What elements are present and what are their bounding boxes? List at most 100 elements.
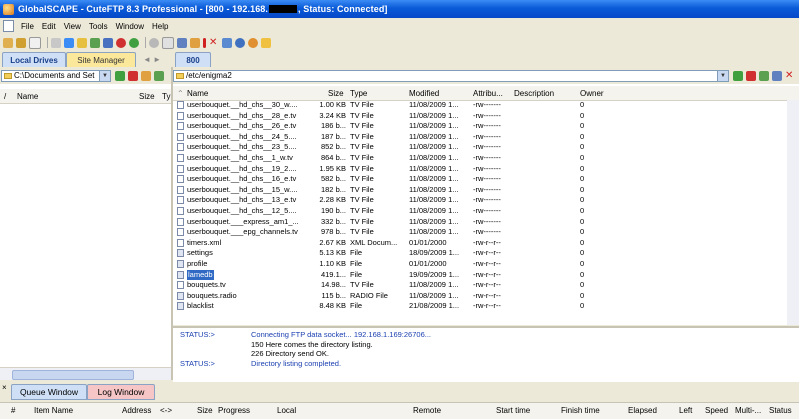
download-icon[interactable] xyxy=(90,37,100,48)
menu-view[interactable]: View xyxy=(60,22,85,31)
file-row[interactable]: bouquets.tv 14.98... TV File 11/08/2009 1..… xyxy=(173,280,785,291)
file-row[interactable]: userbouquet.__hd_chs__12_5.... 190 b... TV… xyxy=(173,206,785,217)
close-icon[interactable]: ✕ xyxy=(785,70,795,81)
local-horizontal-scrollbar[interactable] xyxy=(0,367,171,380)
file-size: 1.00 KB xyxy=(319,100,346,109)
file-row[interactable]: userbouquet.__hd_chs__24_5.... 187 b... TV… xyxy=(173,132,785,143)
tab-site-manager[interactable]: Site Manager xyxy=(66,52,136,67)
stop-remote-icon[interactable] xyxy=(746,70,756,81)
col-multi[interactable]: Multi-... xyxy=(735,406,761,415)
refresh-local-icon[interactable] xyxy=(154,70,164,81)
remote-path-combo[interactable]: /etc/enigma2 ▼ xyxy=(173,69,729,82)
refresh-remote-icon[interactable] xyxy=(759,70,769,81)
col-remote[interactable]: Remote xyxy=(413,406,441,415)
filter-icon[interactable] xyxy=(772,70,782,81)
col-owner[interactable]: Owner xyxy=(580,89,604,98)
file-row[interactable]: userbouquet.__hd_chs__16_e.tv 582 b... TV … xyxy=(173,174,785,185)
document-icon[interactable] xyxy=(3,20,14,32)
close-icon[interactable]: × xyxy=(2,383,7,392)
col-item-name[interactable]: Item Name xyxy=(34,406,73,415)
transfer-icon[interactable] xyxy=(103,37,113,48)
folder-icon[interactable] xyxy=(77,37,87,48)
tab-queue-window[interactable]: Queue Window xyxy=(11,384,87,400)
col-type[interactable]: Type xyxy=(350,89,367,98)
col-speed[interactable]: Speed xyxy=(705,406,728,415)
col-start-time[interactable]: Start time xyxy=(496,406,530,415)
file-row[interactable]: userbouquet.___epg_channels.tv 978 b... TV… xyxy=(173,227,785,238)
col-sort[interactable]: / xyxy=(4,92,6,101)
menu-help[interactable]: Help xyxy=(148,22,172,31)
file-row[interactable]: userbouquet.__hd_chs__26_e.tv 186 b... TV … xyxy=(173,121,785,132)
col-modified[interactable]: Modified xyxy=(409,89,439,98)
new-icon[interactable] xyxy=(29,36,41,49)
remote-vertical-scrollbar[interactable] xyxy=(787,100,799,325)
menu-edit[interactable]: Edit xyxy=(38,22,60,31)
col-finish-time[interactable]: Finish time xyxy=(561,406,600,415)
col-size[interactable]: Size xyxy=(328,89,344,98)
help-icon[interactable] xyxy=(261,37,271,48)
delete-icon[interactable]: ✕ xyxy=(209,37,219,48)
col-queue-number[interactable]: # xyxy=(11,406,15,415)
menu-window[interactable]: Window xyxy=(112,22,148,31)
file-row[interactable]: userbouquet.__hd_chs__19_2.... 1.95 KB TV … xyxy=(173,164,785,175)
file-size: 182 b... xyxy=(320,184,346,194)
col-left[interactable]: Left xyxy=(679,406,692,415)
col-direction[interactable]: <-> xyxy=(160,406,172,415)
col-elapsed[interactable]: Elapsed xyxy=(628,406,657,415)
col-local[interactable]: Local xyxy=(277,406,296,415)
file-row[interactable]: userbouquet.__hd_chs__23_5.... 852 b... TV… xyxy=(173,142,785,153)
rename-icon[interactable] xyxy=(190,37,200,48)
menu-tools[interactable]: Tools xyxy=(85,22,112,31)
chevron-down-icon[interactable]: ▼ xyxy=(717,70,728,81)
file-row[interactable]: settings 5.13 KB File 18/09/2009 1... -rw-r-… xyxy=(173,248,785,259)
col-description[interactable]: Description xyxy=(514,89,554,98)
scroll-thumb[interactable] xyxy=(12,370,134,380)
tab-log-window[interactable]: Log Window xyxy=(87,384,155,400)
quick-connect-icon[interactable] xyxy=(16,37,26,48)
col-size[interactable]: Size xyxy=(197,406,213,415)
col-attributes[interactable]: Attribu... xyxy=(473,89,503,98)
file-row[interactable]: userbouquet.__hd_chs__13_e.tv 2.28 KB TV F… xyxy=(173,195,785,206)
file-row[interactable]: bouquets.radio 115 b... RADIO File 11/08/20… xyxy=(173,291,785,302)
col-address[interactable]: Address xyxy=(122,406,151,415)
properties-icon[interactable] xyxy=(177,37,187,48)
connect-icon[interactable] xyxy=(3,37,13,48)
go-icon[interactable] xyxy=(129,37,139,48)
col-status[interactable]: Status xyxy=(769,406,792,415)
file-row[interactable]: userbouquet.___express_am1_... 332 b... TV… xyxy=(173,217,785,228)
stop-local-icon[interactable] xyxy=(128,70,138,81)
new-folder-icon[interactable] xyxy=(141,70,151,81)
stop-icon[interactable] xyxy=(116,37,126,48)
upload-icon[interactable] xyxy=(64,37,74,48)
file-row[interactable]: blacklist 8.48 KB File 21/08/2009 1... -rw-r… xyxy=(173,301,785,312)
file-row[interactable]: timers.xml 2.67 KB XML Docum... 01/01/2000 -… xyxy=(173,238,785,249)
file-row[interactable]: userbouquet.__hd_chs__28_e.tv 3.24 KB TV F… xyxy=(173,111,785,122)
file-row[interactable]: userbouquet.__hd_chs__1_w.tv 864 b... TV F… xyxy=(173,153,785,164)
tab-scroll-arrows[interactable]: ◄ ► xyxy=(140,52,164,66)
tab-local-drives[interactable]: Local Drives xyxy=(2,52,66,67)
local-path-combo[interactable]: C:\Documents and Set ▼ xyxy=(1,69,111,82)
disconnect-icon[interactable] xyxy=(51,37,61,48)
file-type: RADIO File xyxy=(350,290,388,300)
chevron-down-icon[interactable]: ▼ xyxy=(99,70,110,81)
col-name[interactable]: Name xyxy=(17,92,38,101)
reconnect-icon[interactable] xyxy=(235,37,245,48)
file-row[interactable]: userbouquet.__hd_chs__30_w.... 1.00 KB TV … xyxy=(173,100,785,111)
sync-icon[interactable] xyxy=(248,37,258,48)
up-folder-icon[interactable] xyxy=(733,70,743,81)
schedule-icon[interactable] xyxy=(149,37,159,48)
col-size[interactable]: Size xyxy=(139,92,155,101)
col-progress[interactable]: Progress xyxy=(218,406,250,415)
up-folder-icon[interactable] xyxy=(115,70,125,81)
col-type[interactable]: Ty xyxy=(162,92,170,101)
log-message: Connecting FTP data socket... 192.168.1.… xyxy=(251,330,431,339)
file-row[interactable]: profile 1.10 KB File 01/01/2000 -rw-r--r-- 0 xyxy=(173,259,785,270)
menu-file[interactable]: File xyxy=(17,22,38,31)
file-row[interactable]: lamedb 419.1... File 19/09/2009 1... -rw-r--… xyxy=(173,269,785,281)
edit-icon[interactable] xyxy=(162,36,174,49)
tab-remote-800[interactable]: 800 xyxy=(175,52,211,67)
col-name[interactable]: Name xyxy=(187,89,208,98)
alert-icon[interactable] xyxy=(203,37,206,48)
refresh-icon[interactable] xyxy=(222,37,232,48)
file-row[interactable]: userbouquet.__hd_chs__15_w.... 182 b... TV… xyxy=(173,185,785,196)
